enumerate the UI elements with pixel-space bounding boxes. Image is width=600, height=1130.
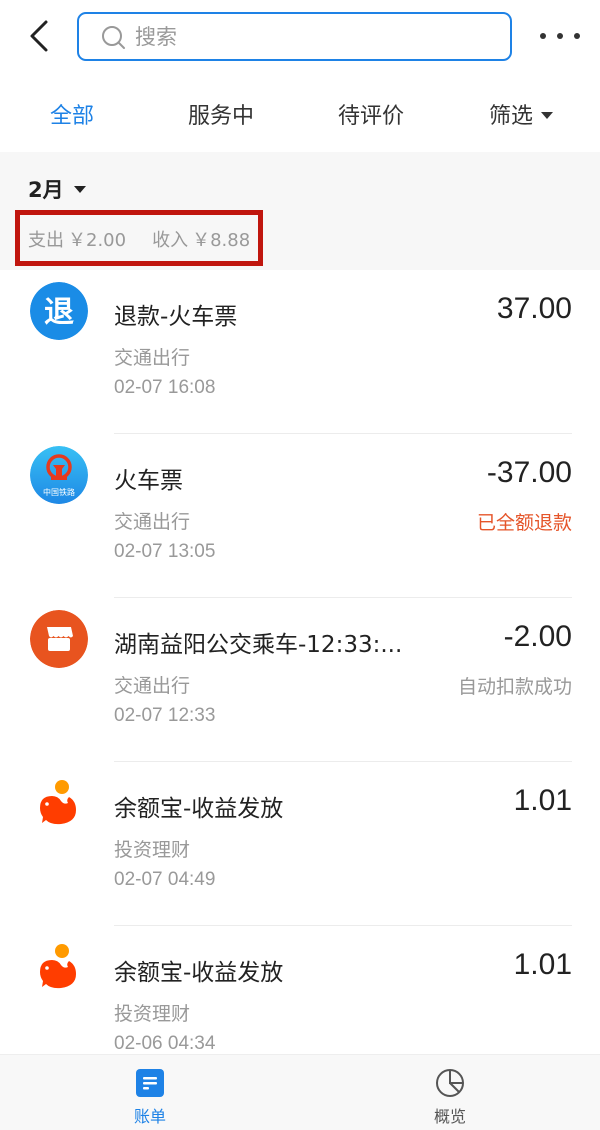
transaction-title: 退款-火车票 xyxy=(114,304,238,330)
transaction-item[interactable]: 中国铁路 火车票 交通出行 02-07 13:05 -37.00 已全额退款 xyxy=(0,434,600,598)
transaction-status: 已全额退款 xyxy=(476,512,572,534)
dot-icon xyxy=(540,33,546,39)
search-box[interactable] xyxy=(77,12,512,61)
transaction-item[interactable]: 退 退款-火车票 交通出行 02-07 16:08 37.00 xyxy=(0,270,600,434)
pie-chart-icon xyxy=(436,1069,464,1097)
refund-icon: 退 xyxy=(30,282,88,340)
china-railway-icon: 中国铁路 xyxy=(30,446,88,504)
tabbar-label: 账单 xyxy=(133,1107,166,1126)
transaction-time: 02-07 12:33 xyxy=(114,705,216,726)
dot-icon xyxy=(557,33,563,39)
chevron-left-icon xyxy=(30,20,48,52)
shop-icon xyxy=(30,610,88,668)
transaction-amount: -2.00 xyxy=(503,620,572,653)
transaction-title: 火车票 xyxy=(114,468,183,494)
yuebao-icon xyxy=(30,774,88,832)
bottom-tab-bar: 账单 概览 xyxy=(0,1054,600,1130)
railway-icon-text: 中国铁路 xyxy=(43,487,75,497)
tab-all[interactable]: 全部 xyxy=(50,98,94,130)
more-options-button[interactable] xyxy=(540,22,580,50)
caret-down-icon xyxy=(73,185,86,193)
transaction-item[interactable]: 湖南益阳公交乘车-12:33:... 交通出行 02-07 12:33 -2.0… xyxy=(0,598,600,762)
search-icon xyxy=(102,26,125,49)
transaction-category: 交通出行 xyxy=(114,675,191,697)
transaction-category: 投资理财 xyxy=(114,839,191,861)
transaction-amount: 1.01 xyxy=(513,784,572,817)
month-label: 2月 xyxy=(28,178,64,202)
transaction-category: 投资理财 xyxy=(114,1003,191,1025)
transaction-item[interactable]: 余额宝-收益发放 投资理财 02-07 04:49 1.01 xyxy=(0,762,600,926)
summary-highlight-box: 支出 ￥2.00 收入 ￥8.88 xyxy=(15,210,263,266)
transaction-amount: 37.00 xyxy=(496,292,572,325)
transaction-time: 02-07 13:05 xyxy=(114,541,216,562)
income-label: 收入 xyxy=(152,230,189,251)
tab-to-review[interactable]: 待评价 xyxy=(338,98,404,130)
transaction-amount: 1.01 xyxy=(513,948,572,981)
refund-icon-glyph: 退 xyxy=(44,295,74,330)
expense-value: ￥2.00 xyxy=(68,230,127,251)
tab-filter[interactable]: 筛选 xyxy=(489,98,554,130)
back-button[interactable] xyxy=(24,16,56,56)
transaction-list: 退 退款-火车票 交通出行 02-07 16:08 37.00 中国铁路 火车票… xyxy=(0,270,600,1090)
transaction-time: 02-06 04:34 xyxy=(114,1033,216,1054)
transaction-time: 02-07 16:08 xyxy=(114,377,216,398)
transaction-amount: -37.00 xyxy=(486,456,572,489)
transaction-title: 湖南益阳公交乘车-12:33:... xyxy=(114,632,403,658)
transaction-status: 自动扣款成功 xyxy=(457,676,572,698)
transaction-title: 余额宝-收益发放 xyxy=(114,796,284,822)
transaction-category: 交通出行 xyxy=(114,511,191,533)
bill-icon xyxy=(136,1069,164,1097)
tabbar-item-overview[interactable]: 概览 xyxy=(390,1055,510,1130)
top-bar xyxy=(0,0,600,76)
tabbar-label: 概览 xyxy=(433,1107,466,1126)
month-summary: 支出 ￥2.00 收入 ￥8.88 xyxy=(28,226,254,252)
filter-tabs: 全部 服务中 待评价 筛选 xyxy=(0,76,600,152)
transaction-category: 交通出行 xyxy=(114,347,191,369)
transaction-time: 02-07 04:49 xyxy=(114,869,216,890)
tab-in-service[interactable]: 服务中 xyxy=(188,98,254,130)
transaction-title: 余额宝-收益发放 xyxy=(114,960,284,986)
dot-icon xyxy=(574,33,580,39)
expense-label: 支出 xyxy=(28,230,64,251)
month-section: 2月 支出 ￥2.00 收入 ￥8.88 xyxy=(0,152,600,270)
filter-label: 筛选 xyxy=(489,104,534,129)
tabbar-item-bill[interactable]: 账单 xyxy=(90,1055,210,1130)
month-selector[interactable]: 2月 xyxy=(28,174,86,204)
search-input[interactable] xyxy=(135,20,495,54)
income-value: ￥8.88 xyxy=(192,230,251,251)
caret-down-icon xyxy=(541,111,554,119)
yuebao-icon xyxy=(30,938,88,996)
